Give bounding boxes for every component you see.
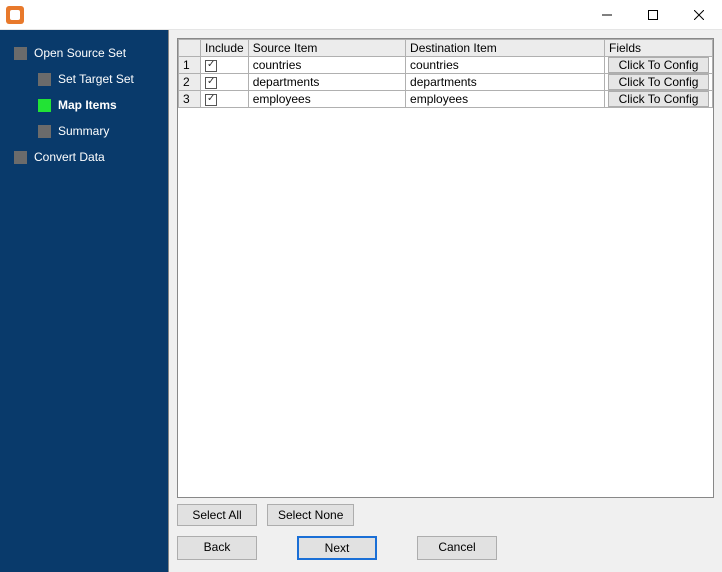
click-to-config-button[interactable]: Click To Config — [608, 74, 709, 90]
next-button[interactable]: Next — [297, 536, 377, 560]
wizard-step-convert-data[interactable]: Convert Data — [8, 144, 168, 170]
minimize-button[interactable] — [584, 0, 630, 30]
wizard-step-set-target-set[interactable]: Set Target Set — [8, 66, 168, 92]
destination-item-cell[interactable]: countries — [406, 57, 605, 74]
click-to-config-button[interactable]: Click To Config — [608, 91, 709, 107]
nav-button-row: Back Next Cancel — [177, 536, 714, 560]
close-button[interactable] — [676, 0, 722, 30]
checkbox-icon[interactable] — [205, 60, 217, 72]
col-fields[interactable]: Fields — [605, 40, 713, 57]
fields-cell: Click To Config — [605, 91, 713, 108]
row-header-corner — [179, 40, 201, 57]
step-marker-icon — [14, 47, 27, 60]
include-checkbox-cell[interactable] — [201, 74, 249, 91]
checkbox-icon[interactable] — [205, 77, 217, 89]
table-row[interactable]: 2departmentsdepartmentsClick To Config — [179, 74, 713, 91]
step-label: Convert Data — [34, 150, 105, 164]
table-row[interactable]: 1countriescountriesClick To Config — [179, 57, 713, 74]
row-header[interactable]: 2 — [179, 74, 201, 91]
wizard-step-open-source-set[interactable]: Open Source Set — [8, 40, 168, 66]
step-marker-icon — [38, 99, 51, 112]
fields-cell: Click To Config — [605, 57, 713, 74]
app-icon — [6, 6, 24, 24]
include-checkbox-cell[interactable] — [201, 91, 249, 108]
selection-button-row: Select All Select None — [177, 504, 714, 526]
wizard-step-summary[interactable]: Summary — [8, 118, 168, 144]
step-marker-icon — [14, 151, 27, 164]
cancel-button[interactable]: Cancel — [417, 536, 497, 560]
source-item-cell[interactable]: countries — [248, 57, 405, 74]
titlebar — [0, 0, 722, 30]
mapping-grid: Include Source Item Destination Item Fie… — [177, 38, 714, 498]
checkbox-icon[interactable] — [205, 94, 217, 106]
source-item-cell[interactable]: departments — [248, 74, 405, 91]
wizard-step-map-items[interactable]: Map Items — [8, 92, 168, 118]
step-label: Open Source Set — [34, 46, 126, 60]
step-marker-icon — [38, 73, 51, 86]
window-controls — [584, 0, 722, 30]
destination-item-cell[interactable]: employees — [406, 91, 605, 108]
select-all-button[interactable]: Select All — [177, 504, 257, 526]
include-checkbox-cell[interactable] — [201, 57, 249, 74]
maximize-button[interactable] — [630, 0, 676, 30]
col-include[interactable]: Include — [201, 40, 249, 57]
click-to-config-button[interactable]: Click To Config — [608, 57, 709, 73]
destination-item-cell[interactable]: departments — [406, 74, 605, 91]
row-header[interactable]: 1 — [179, 57, 201, 74]
col-source-item[interactable]: Source Item — [248, 40, 405, 57]
step-label: Summary — [58, 124, 109, 138]
main-panel: Include Source Item Destination Item Fie… — [168, 30, 722, 572]
step-label: Map Items — [58, 98, 117, 112]
row-header[interactable]: 3 — [179, 91, 201, 108]
back-button[interactable]: Back — [177, 536, 257, 560]
select-none-button[interactable]: Select None — [267, 504, 354, 526]
col-destination-item[interactable]: Destination Item — [406, 40, 605, 57]
step-marker-icon — [38, 125, 51, 138]
source-item-cell[interactable]: employees — [248, 91, 405, 108]
fields-cell: Click To Config — [605, 74, 713, 91]
step-label: Set Target Set — [58, 72, 134, 86]
wizard-sidebar: Open Source Set Set Target Set Map Items Su… — [0, 30, 168, 572]
table-row[interactable]: 3employeesemployeesClick To Config — [179, 91, 713, 108]
